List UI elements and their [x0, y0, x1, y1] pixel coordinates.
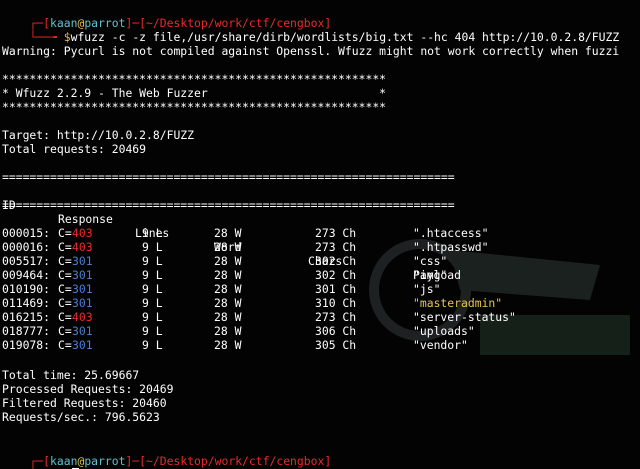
row-chars: 301 Ch [315, 282, 357, 296]
row-id: 018777: [2, 324, 51, 338]
row-lines: 9 L [142, 310, 163, 324]
row-word: 28 W [214, 296, 242, 310]
row-payload: ".htpasswd" [413, 240, 489, 254]
row-word: 28 W [214, 324, 242, 338]
row-lines: 9 L [142, 324, 163, 338]
row-response-prefix: C= [58, 240, 72, 254]
row-id: 010190: [2, 282, 51, 296]
row-payload: "vendor" [413, 338, 468, 352]
row-response-code: 403 [72, 240, 93, 254]
row-response-prefix: C= [58, 254, 72, 268]
prompt-path: ~/Desktop/work/ctf/cengbox [146, 454, 325, 468]
row-word: 28 W [214, 268, 242, 282]
row-response-prefix: C= [58, 338, 72, 352]
row-id: 016215: [2, 310, 51, 324]
separator-bottom: ========================================… [2, 198, 455, 212]
row-response-code: 301 [72, 338, 93, 352]
input-line[interactable]: └──╼ $ [2, 454, 79, 469]
summary-rate: Requests/sec.: 796.5623 [2, 410, 160, 424]
banner-stars-bottom: ****************************************… [2, 100, 387, 114]
row-chars: 306 Ch [315, 324, 357, 338]
row-payload: "css" [413, 254, 448, 268]
row-response-prefix: C= [58, 268, 72, 282]
table-row: 018777: C= 301 9 L 28 W 306 Ch "uploads" [2, 324, 638, 338]
row-response-code: 301 [72, 268, 93, 282]
row-id: 000016: [2, 240, 51, 254]
row-chars: 302 Ch [315, 254, 357, 268]
row-chars: 273 Ch [315, 226, 357, 240]
row-chars: 273 Ch [315, 310, 357, 324]
target-line: Target: http://10.0.2.8/FUZZ [2, 128, 195, 142]
table-row: 010190: C= 301 9 L 28 W 301 Ch "js" [2, 282, 638, 296]
summary-filtered: Filtered Requests: 20460 [2, 396, 167, 410]
row-lines: 9 L [142, 338, 163, 352]
table-row: 000016: C= 403 9 L 28 W 273 Ch ".htpasswd" [2, 240, 638, 254]
prompt-dollar: $ [63, 30, 71, 44]
table-row: 016215: C= 403 9 L 28 W 273 Ch "server-status" [2, 310, 638, 324]
row-response-code: 301 [72, 282, 93, 296]
row-word: 28 W [214, 254, 242, 268]
row-payload: ".htaccess" [413, 226, 489, 240]
results-header: ID Response Lines Word Chars Payload [2, 184, 638, 282]
prompt-host: parrot [84, 454, 126, 468]
prompt-bracket: ]─[ [125, 454, 147, 468]
prompt-line-1: ┌─[kaan@parrot]─[~/Desktop/work/ctf/ceng… [2, 2, 331, 30]
row-word: 28 W [214, 338, 242, 352]
command-line: └──╼ $wfuzz -c -z file,/usr/share/dirb/w… [2, 16, 619, 44]
header-response: Response [58, 212, 113, 226]
row-lines: 9 L [142, 296, 163, 310]
table-row: 005517: C= 301 9 L 28 W 302 Ch "css" [2, 254, 638, 268]
row-id: 005517: [2, 254, 51, 268]
row-response-prefix: C= [58, 282, 72, 296]
row-payload: "masteradmin" [413, 296, 503, 310]
row-response-prefix: C= [58, 226, 72, 240]
row-chars: 305 Ch [315, 338, 357, 352]
separator-top: ========================================… [2, 170, 455, 184]
terminal-window[interactable]: ┌─[kaan@parrot]─[~/Desktop/work/ctf/ceng… [0, 0, 640, 469]
row-payload: "js" [413, 282, 441, 296]
row-lines: 9 L [142, 226, 163, 240]
row-lines: 9 L [142, 282, 163, 296]
table-row: 000015: C= 403 9 L 28 W 273 Ch ".htaccess" [2, 226, 638, 240]
total-requests-line: Total requests: 20469 [2, 142, 147, 156]
row-payload: "server-status" [413, 310, 516, 324]
row-word: 28 W [214, 240, 242, 254]
row-lines: 9 L [142, 254, 163, 268]
row-response-code: 403 [72, 226, 93, 240]
row-response-code: 403 [72, 310, 93, 324]
table-row: 011469: C= 301 9 L 28 W 310 Ch "masteradmin" [2, 296, 638, 310]
row-response-code: 301 [72, 254, 93, 268]
row-response-code: 301 [72, 296, 93, 310]
row-id: 009464: [2, 268, 51, 282]
row-word: 28 W [214, 282, 242, 296]
row-response-prefix: C= [58, 310, 72, 324]
banner-stars-top: ****************************************… [2, 72, 387, 86]
row-id: 019078: [2, 338, 51, 352]
row-response-prefix: C= [58, 296, 72, 310]
summary-processed: Processed Requests: 20469 [2, 382, 174, 396]
prompt-bracket: ] [324, 454, 332, 468]
prompt-arrow: └──╼ [29, 30, 64, 44]
row-word: 28 W [214, 226, 242, 240]
row-payload: "uploads" [413, 324, 475, 338]
prompt-line-2: ┌─[kaan@parrot]─[~/Desktop/work/ctf/ceng… [2, 440, 331, 468]
row-lines: 9 L [142, 240, 163, 254]
row-chars: 302 Ch [315, 268, 357, 282]
row-response-prefix: C= [58, 324, 72, 338]
row-lines: 9 L [142, 268, 163, 282]
table-row: 009464: C= 301 9 L 28 W 302 Ch "img" [2, 268, 638, 282]
command-text: wfuzz -c -z file,/usr/share/dirb/wordlis… [70, 30, 620, 44]
row-id: 000015: [2, 226, 51, 240]
summary-total-time: Total time: 25.69667 [2, 368, 140, 382]
warning-message: Warning: Pycurl is not compiled against … [2, 44, 620, 58]
row-response-code: 301 [72, 324, 93, 338]
row-chars: 310 Ch [315, 296, 357, 310]
row-id: 011469: [2, 296, 51, 310]
row-payload: "img" [413, 268, 448, 282]
row-chars: 273 Ch [315, 240, 357, 254]
banner-title: * Wfuzz 2.2.9 - The Web Fuzzer * [2, 86, 387, 100]
row-word: 28 W [214, 310, 242, 324]
table-row: 019078: C= 301 9 L 28 W 305 Ch "vendor" [2, 338, 638, 352]
